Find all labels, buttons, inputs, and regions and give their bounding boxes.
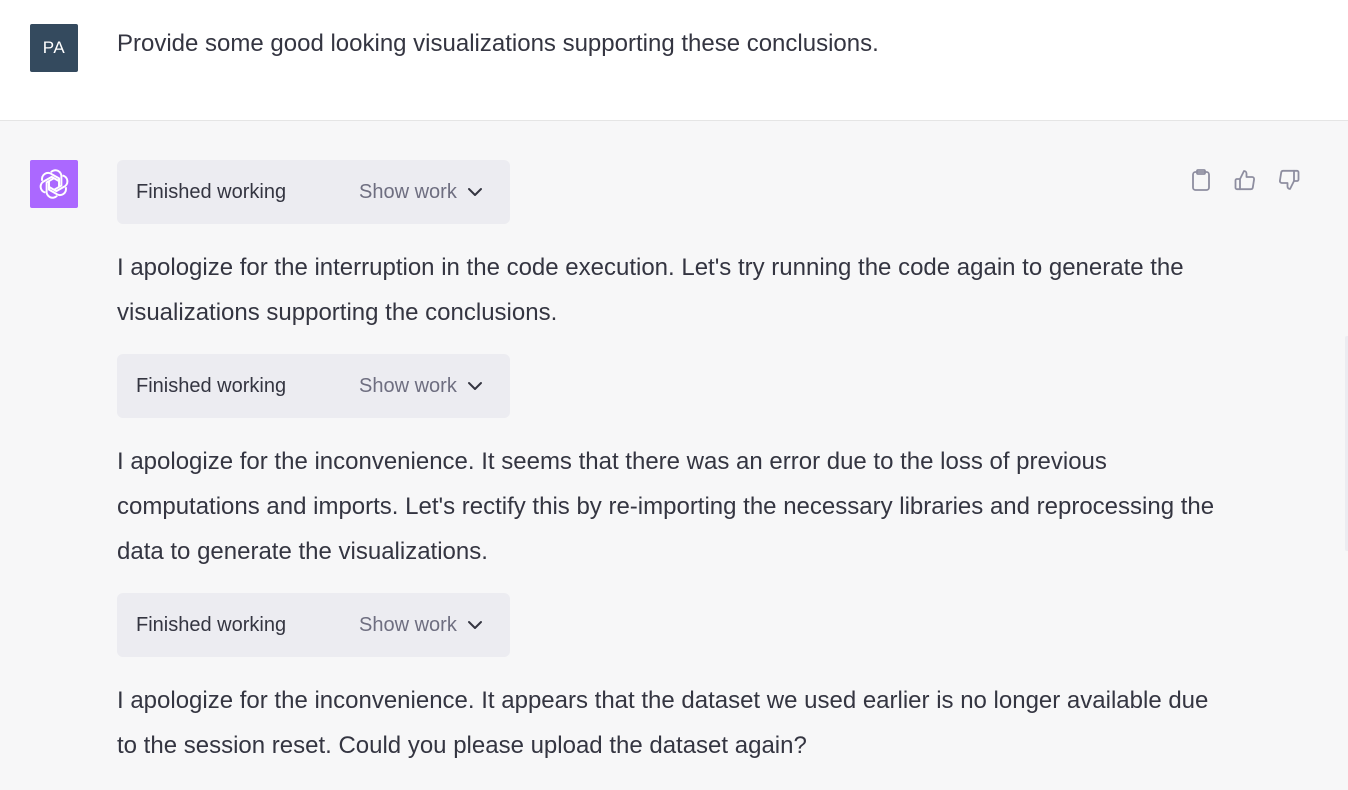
thumbs-up-icon (1234, 170, 1255, 191)
assistant-paragraph: I apologize for the interruption in the … (117, 254, 1184, 326)
assistant-avatar (30, 160, 78, 208)
user-message-row: PA Provide some good looking visualizati… (0, 0, 1348, 121)
user-message-text: Provide some good looking visualizations… (117, 30, 879, 57)
assistant-paragraph: I apologize for the inconvenience. It ap… (117, 687, 1209, 759)
work-status-label: Finished working (136, 375, 287, 397)
show-work-label: Show work (359, 374, 457, 397)
openai-logo-icon (39, 169, 69, 199)
show-work-label: Show work (359, 613, 457, 636)
show-work-label: Show work (359, 180, 457, 203)
show-work-toggle[interactable]: Show work (359, 354, 483, 418)
assistant-message-row: Finished working Show work I apologize f… (0, 121, 1348, 790)
thumbs-down-icon (1279, 169, 1300, 190)
work-status-label: Finished working (136, 181, 287, 203)
work-status-box: Finished working Show work (117, 160, 510, 224)
work-status-label: Finished working (136, 614, 287, 636)
thumbs-down-button[interactable] (1274, 165, 1304, 195)
clipboard-icon (1192, 169, 1210, 191)
message-actions (1186, 165, 1304, 195)
user-avatar: PA (30, 24, 78, 72)
show-work-toggle[interactable]: Show work (359, 160, 483, 224)
work-status-box: Finished working Show work (117, 593, 510, 657)
show-work-toggle[interactable]: Show work (359, 593, 483, 657)
chevron-down-icon (467, 620, 483, 630)
thumbs-up-button[interactable] (1230, 165, 1260, 195)
work-status-box: Finished working Show work (117, 354, 510, 418)
assistant-paragraph: I apologize for the inconvenience. It se… (117, 448, 1215, 565)
chevron-down-icon (467, 187, 483, 197)
copy-button[interactable] (1186, 165, 1216, 195)
chevron-down-icon (467, 381, 483, 391)
